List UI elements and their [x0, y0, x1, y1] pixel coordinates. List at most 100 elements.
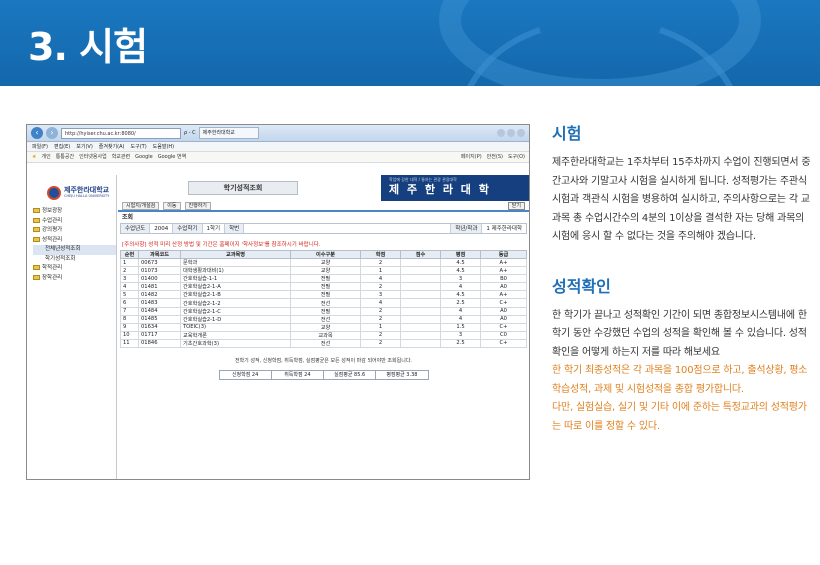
tree-item[interactable]: 장학관리 — [33, 274, 116, 284]
table-cell: 2.5 — [440, 338, 481, 349]
tree-item[interactable]: 강의평가 — [33, 226, 116, 236]
table-cell: 간호학실습2-1-C — [180, 306, 291, 316]
tree-item[interactable]: 성적관리 — [33, 236, 116, 246]
university-logo: 제주한라대학교 CHEJU HALLA UNIVERSITY — [27, 175, 116, 201]
table-cell — [400, 314, 441, 324]
safety-menu[interactable]: 안전(S) — [487, 152, 503, 162]
fav-item[interactable]: 인터넷용사업 — [79, 152, 107, 162]
laurel-decoration — [439, 0, 761, 86]
table-cell: 01846 — [138, 338, 181, 349]
subnav-item[interactable]: 진행하기 — [184, 201, 211, 210]
menu-favorites[interactable]: 즐겨찾기(A) — [99, 142, 125, 151]
menu-view[interactable]: 보기(V) — [76, 142, 93, 151]
table-row[interactable]: 3 01400 간호학실습-1-1 전필 4 3 B0 — [120, 274, 527, 284]
table-row[interactable]: 8 01485 간호학실습2-1-D 전선 2 4 A0 — [120, 314, 527, 324]
folder-icon — [33, 274, 40, 280]
table-cell: 전필 — [290, 274, 361, 284]
logo-subtitle: CHEJU HALLA UNIVERSITY — [64, 194, 110, 198]
table-cell: 4 — [440, 306, 481, 316]
fav-item[interactable]: 개인 — [41, 152, 50, 162]
id-label: 학번 — [225, 224, 245, 233]
univ-name: 제 주 한 라 대 학 — [389, 183, 491, 196]
tree-item-selected[interactable]: 전체년성적조회 — [33, 245, 116, 255]
window-controls[interactable] — [497, 129, 529, 137]
menu-tools[interactable]: 도구(T) — [131, 142, 147, 151]
logo-title: 제주한라대학교 — [64, 186, 110, 194]
fav-item[interactable]: Google — [135, 152, 153, 162]
portal-screenshot: ‹ › http://hyiser.chu.ac.kr:8080/ ρ - C … — [26, 124, 530, 480]
table-cell: 1 — [120, 257, 139, 268]
gear-icon[interactable] — [517, 129, 525, 137]
close-button[interactable]: 닫기 — [507, 201, 525, 210]
folder-icon — [33, 227, 40, 232]
table-cell: 01484 — [138, 306, 181, 316]
menu-bar: 파일(F) 편집(E) 보기(V) 즐겨찾기(A) 도구(T) 도움말(H) — [27, 142, 529, 152]
star-icon[interactable] — [507, 129, 515, 137]
sidebar: 제주한라대학교 CHEJU HALLA UNIVERSITY 정보광장 수업관리… — [27, 175, 117, 479]
table-cell: 1.5 — [440, 322, 481, 332]
subnav-item[interactable]: 이동 — [163, 201, 181, 210]
table-cell: 01073 — [138, 266, 181, 276]
term-select[interactable]: 1학기 — [202, 224, 226, 233]
fav-item[interactable]: 학교관련 — [112, 152, 130, 162]
table-row[interactable]: 5 01482 간호학실습2-1-B 전필 3 4.5 A+ — [120, 290, 527, 300]
favorites-star-icon[interactable]: ★ — [32, 152, 36, 162]
table-cell: A0 — [480, 314, 527, 324]
menu-edit[interactable]: 편집(E) — [54, 142, 70, 151]
grades-table: 순번 과목코드 교과목명 이수구분 학점 점수 평점 등급 1 00673 문학과 교… — [120, 250, 527, 349]
address-tools[interactable]: ρ - C — [184, 130, 196, 136]
back-icon[interactable]: ‹ — [31, 127, 43, 139]
table-cell: C+ — [480, 338, 527, 349]
section-label: 조회 — [122, 214, 134, 221]
forward-icon[interactable]: › — [46, 127, 58, 139]
menu-help[interactable]: 도움말(H) — [153, 142, 174, 151]
table-cell: 2 — [360, 257, 401, 268]
table-cell: C+ — [480, 322, 527, 332]
tree-item[interactable]: 정보광장 — [33, 207, 116, 217]
page-menu[interactable]: 페이지(P) — [461, 152, 482, 162]
tree-item[interactable]: 학기성적조회 — [33, 255, 116, 265]
menu-file[interactable]: 파일(F) — [32, 142, 48, 151]
table-cell: A0 — [480, 282, 527, 292]
table-cell: A+ — [480, 257, 527, 268]
year-field[interactable]: 2004 — [150, 224, 174, 233]
table-cell — [400, 274, 441, 284]
subnav-item[interactable]: 시험지/개설검 — [122, 201, 160, 210]
tree-item[interactable]: 수업관리 — [33, 217, 116, 227]
table-cell: 교양 — [290, 257, 361, 268]
footer-note: 전학기 성적, 신청학점, 취득학점, 실점평균은 모든 성적이 마감 되어야만… — [234, 358, 413, 365]
table-row[interactable]: 11 01846 기초간호과학(3) 전선 2 2.5 C+ — [120, 338, 527, 349]
table-cell: 4 — [440, 314, 481, 324]
table-row[interactable]: 4 01481 간호학실습2-1-A 전필 2 4 A0 — [120, 282, 527, 292]
tree-item[interactable]: 학적관리 — [33, 264, 116, 274]
table-cell: C+ — [480, 298, 527, 308]
col-header: 과목코드 — [138, 250, 181, 259]
year-label: 수업년도 — [121, 224, 151, 233]
table-cell: 2.5 — [440, 298, 481, 308]
table-cell: 간호학실습-1-1 — [180, 274, 291, 284]
table-cell: 01482 — [138, 290, 181, 300]
fav-item[interactable]: Google 번역 — [158, 152, 186, 162]
home-icon[interactable] — [497, 129, 505, 137]
fav-item[interactable]: 통통공간 — [56, 152, 74, 162]
table-cell: 교양 — [290, 322, 361, 332]
table-row[interactable]: 2 01073 대학생활과대비(1) 교양 1 4.5 A+ — [120, 266, 527, 276]
table-row[interactable]: 10 01717 교육학개론 교과목 2 3 C0 — [120, 330, 527, 340]
table-cell: 3 — [120, 274, 139, 284]
dept-field: 1 제주한라대학 — [482, 224, 526, 233]
table-row[interactable]: 9 01634 TOEIC(3) 교양 1 1.5 C+ — [120, 322, 527, 332]
table-cell: 교육학개론 — [180, 330, 291, 340]
table-cell — [400, 338, 441, 349]
folder-icon — [33, 265, 40, 270]
browser-tab[interactable]: 제주한라대학교 — [198, 127, 259, 139]
grade-rule-1: 한 학기 최종성적은 각 과목을 100점으로 하고, 출석상황, 평소학습성적… — [552, 365, 808, 395]
table-cell: 3 — [360, 290, 401, 300]
table-row[interactable]: 6 01483 간호학실습2-1-2 전선 4 2.5 C+ — [120, 298, 527, 308]
tools-menu[interactable]: 도구(O) — [508, 152, 525, 162]
main-area: 학기성적조회 학업에 강한 대학 / 통하는 관광 관광대학 제 주 한 라 대… — [118, 175, 529, 479]
exam-heading: 시험 — [552, 124, 582, 143]
table-row[interactable]: 1 00673 문학과 교양 2 4.5 A+ — [120, 257, 527, 268]
address-bar[interactable]: http://hyiser.chu.ac.kr:8080/ — [61, 127, 181, 139]
table-row[interactable]: 7 01484 간호학실습2-1-C 전필 2 4 A0 — [120, 306, 527, 316]
id-field[interactable] — [244, 224, 452, 233]
